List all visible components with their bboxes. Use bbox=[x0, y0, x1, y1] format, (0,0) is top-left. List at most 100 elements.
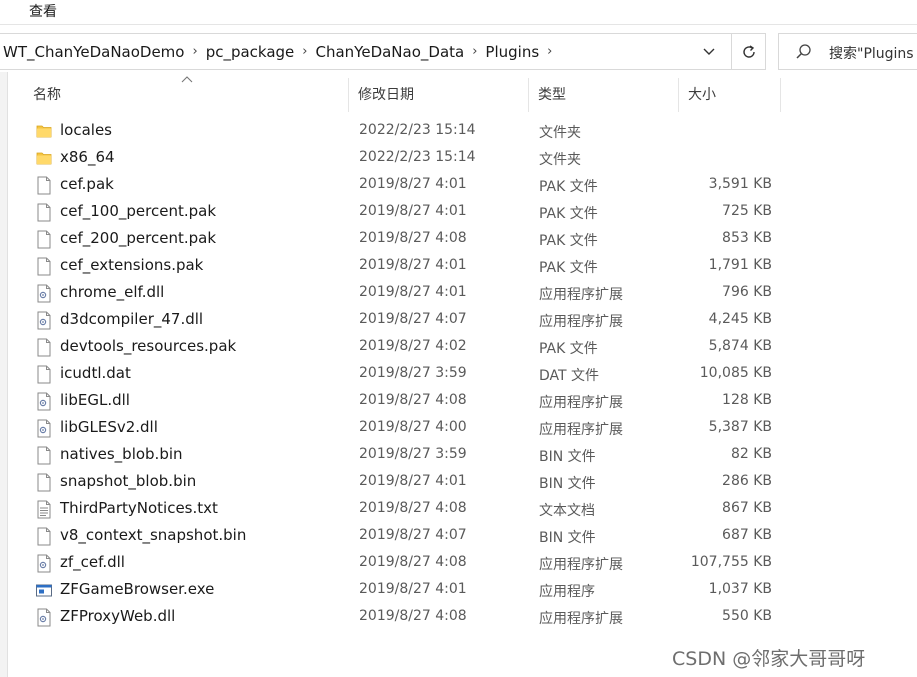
file-name: ThirdPartyNotices.txt bbox=[60, 499, 218, 517]
file-type: 文本文档 bbox=[539, 503, 595, 519]
file-type: 应用程序扩展 bbox=[539, 314, 623, 330]
breadcrumb-item[interactable]: ChanYeDaNao_Data bbox=[311, 43, 468, 61]
file-date: 2019/8/27 4:07 bbox=[359, 527, 467, 543]
file-row[interactable]: devtools_resources.pak 2019/8/27 4:02 PAK … bbox=[32, 334, 792, 361]
file-date: 2022/2/23 15:14 bbox=[359, 149, 476, 165]
dll-icon bbox=[36, 554, 52, 573]
file-size: 286 KB bbox=[722, 473, 772, 489]
file-type: BIN 文件 bbox=[539, 476, 596, 492]
file-date: 2019/8/27 4:01 bbox=[359, 257, 467, 273]
file-date: 2019/8/27 4:01 bbox=[359, 581, 467, 597]
file-icon bbox=[36, 176, 52, 195]
dll-icon bbox=[36, 419, 52, 438]
file-name: icudtl.dat bbox=[60, 364, 131, 382]
file-type: 应用程序扩展 bbox=[539, 557, 623, 573]
chevron-right-icon[interactable]: › bbox=[188, 44, 201, 59]
text-file-icon bbox=[36, 500, 52, 519]
file-date: 2019/8/27 4:07 bbox=[359, 311, 467, 327]
file-type: 文件夹 bbox=[539, 125, 581, 141]
breadcrumb-item[interactable]: pc_package bbox=[202, 43, 299, 61]
file-date: 2019/8/27 4:08 bbox=[359, 230, 467, 246]
file-size: 1,037 KB bbox=[708, 581, 772, 597]
file-date: 2019/8/27 4:01 bbox=[359, 203, 467, 219]
file-row[interactable]: cef_extensions.pak 2019/8/27 4:01 PAK 文件 1,… bbox=[32, 253, 792, 280]
file-name: x86_64 bbox=[60, 148, 115, 166]
file-row[interactable]: libEGL.dll 2019/8/27 4:08 应用程序扩展 128 KB bbox=[32, 388, 792, 415]
chevron-right-icon[interactable]: › bbox=[468, 44, 481, 59]
column-header-size[interactable]: 大小 bbox=[679, 78, 781, 112]
file-row[interactable]: cef.pak 2019/8/27 4:01 PAK 文件 3,591 KB bbox=[32, 172, 792, 199]
breadcrumb-item[interactable]: WT_ChanYeDaNaoDemo bbox=[0, 43, 188, 61]
exe-icon bbox=[36, 581, 52, 600]
file-row[interactable]: ZFProxyWeb.dll 2019/8/27 4:08 应用程序扩展 550 KB bbox=[32, 604, 792, 631]
file-size: 4,245 KB bbox=[708, 311, 772, 327]
file-date: 2019/8/27 4:00 bbox=[359, 419, 467, 435]
column-header-date[interactable]: 修改日期 bbox=[349, 78, 529, 112]
file-row[interactable]: locales 2022/2/23 15:14 文件夹 bbox=[32, 118, 792, 145]
search-input[interactable]: 搜索"Plugins bbox=[778, 33, 917, 70]
file-name: devtools_resources.pak bbox=[60, 337, 237, 355]
file-size: 82 KB bbox=[730, 446, 772, 462]
file-icon bbox=[36, 203, 52, 222]
file-size: 867 KB bbox=[722, 500, 772, 516]
file-row[interactable]: ThirdPartyNotices.txt 2019/8/27 4:08 文本文档 8… bbox=[32, 496, 792, 523]
file-row[interactable]: libGLESv2.dll 2019/8/27 4:00 应用程序扩展 5,387 K… bbox=[32, 415, 792, 442]
file-name: ZFProxyWeb.dll bbox=[60, 607, 176, 625]
file-icon bbox=[36, 257, 52, 276]
breadcrumb-item[interactable]: Plugins bbox=[481, 43, 543, 61]
file-name: cef_200_percent.pak bbox=[60, 229, 217, 247]
file-row[interactable]: cef_100_percent.pak 2019/8/27 4:01 PAK 文件 7… bbox=[32, 199, 792, 226]
file-date: 2019/8/27 4:01 bbox=[359, 176, 467, 192]
file-row[interactable]: zf_cef.dll 2019/8/27 4:08 应用程序扩展 107,755 KB bbox=[32, 550, 792, 577]
file-type: 应用程序 bbox=[539, 584, 595, 600]
breadcrumb: WT_ChanYeDaNaoDemo › pc_package › ChanYe… bbox=[0, 34, 556, 69]
file-row[interactable]: cef_200_percent.pak 2019/8/27 4:08 PAK 文件 8… bbox=[32, 226, 792, 253]
file-icon bbox=[36, 365, 52, 384]
file-size: 107,755 KB bbox=[690, 554, 772, 570]
dll-icon bbox=[36, 284, 52, 303]
file-type: 应用程序扩展 bbox=[539, 422, 623, 438]
address-bar[interactable]: WT_ChanYeDaNaoDemo › pc_package › ChanYe… bbox=[0, 33, 766, 70]
chevron-right-icon[interactable]: › bbox=[298, 44, 311, 59]
dll-icon bbox=[36, 311, 52, 330]
file-name: natives_blob.bin bbox=[60, 445, 183, 463]
file-date: 2019/8/27 4:08 bbox=[359, 554, 467, 570]
refresh-icon[interactable] bbox=[731, 34, 765, 69]
file-size: 3,591 KB bbox=[708, 176, 772, 192]
file-date: 2019/8/27 3:59 bbox=[359, 365, 467, 381]
watermark: CSDN @邻家大哥哥呀 bbox=[672, 648, 866, 670]
file-row[interactable]: natives_blob.bin 2019/8/27 3:59 BIN 文件 82 K… bbox=[32, 442, 792, 469]
file-list: locales 2022/2/23 15:14 文件夹 x86_64 2022/2/23… bbox=[32, 118, 792, 631]
file-type: PAK 文件 bbox=[539, 206, 598, 222]
menu-view[interactable]: 查看 bbox=[29, 1, 57, 21]
file-row[interactable]: chrome_elf.dll 2019/8/27 4:01 应用程序扩展 796 KB bbox=[32, 280, 792, 307]
file-row[interactable]: ZFGameBrowser.exe 2019/8/27 4:01 应用程序 1,037… bbox=[32, 577, 792, 604]
file-type: PAK 文件 bbox=[539, 341, 598, 357]
file-name: ZFGameBrowser.exe bbox=[60, 580, 215, 598]
file-size: 1,791 KB bbox=[708, 257, 772, 273]
file-date: 2019/8/27 4:08 bbox=[359, 392, 467, 408]
menu-bar: 查看 bbox=[0, 0, 917, 25]
file-icon bbox=[36, 473, 52, 492]
file-row[interactable]: icudtl.dat 2019/8/27 3:59 DAT 文件 10,085 KB bbox=[32, 361, 792, 388]
chevron-right-icon[interactable]: › bbox=[543, 44, 556, 59]
file-row[interactable]: d3dcompiler_47.dll 2019/8/27 4:07 应用程序扩展 4,… bbox=[32, 307, 792, 334]
column-header-name[interactable]: 名称 bbox=[24, 78, 349, 112]
file-row[interactable]: v8_context_snapshot.bin 2019/8/27 4:07 BIN… bbox=[32, 523, 792, 550]
chevron-down-icon[interactable] bbox=[697, 34, 721, 69]
file-type: PAK 文件 bbox=[539, 233, 598, 249]
file-type: BIN 文件 bbox=[539, 530, 596, 546]
file-row[interactable]: x86_64 2022/2/23 15:14 文件夹 bbox=[32, 145, 792, 172]
file-row[interactable]: snapshot_blob.bin 2019/8/27 4:01 BIN 文件 286… bbox=[32, 469, 792, 496]
folder-icon bbox=[36, 149, 52, 168]
column-header-type[interactable]: 类型 bbox=[529, 78, 679, 112]
file-date: 2019/8/27 4:02 bbox=[359, 338, 467, 354]
file-size: 725 KB bbox=[722, 203, 772, 219]
file-name: v8_context_snapshot.bin bbox=[60, 526, 247, 544]
file-name: cef_100_percent.pak bbox=[60, 202, 217, 220]
navigation-pane[interactable] bbox=[0, 72, 8, 677]
file-date: 2019/8/27 3:59 bbox=[359, 446, 467, 462]
file-name: zf_cef.dll bbox=[60, 553, 125, 571]
file-date: 2022/2/23 15:14 bbox=[359, 122, 476, 138]
file-type: 应用程序扩展 bbox=[539, 287, 623, 303]
